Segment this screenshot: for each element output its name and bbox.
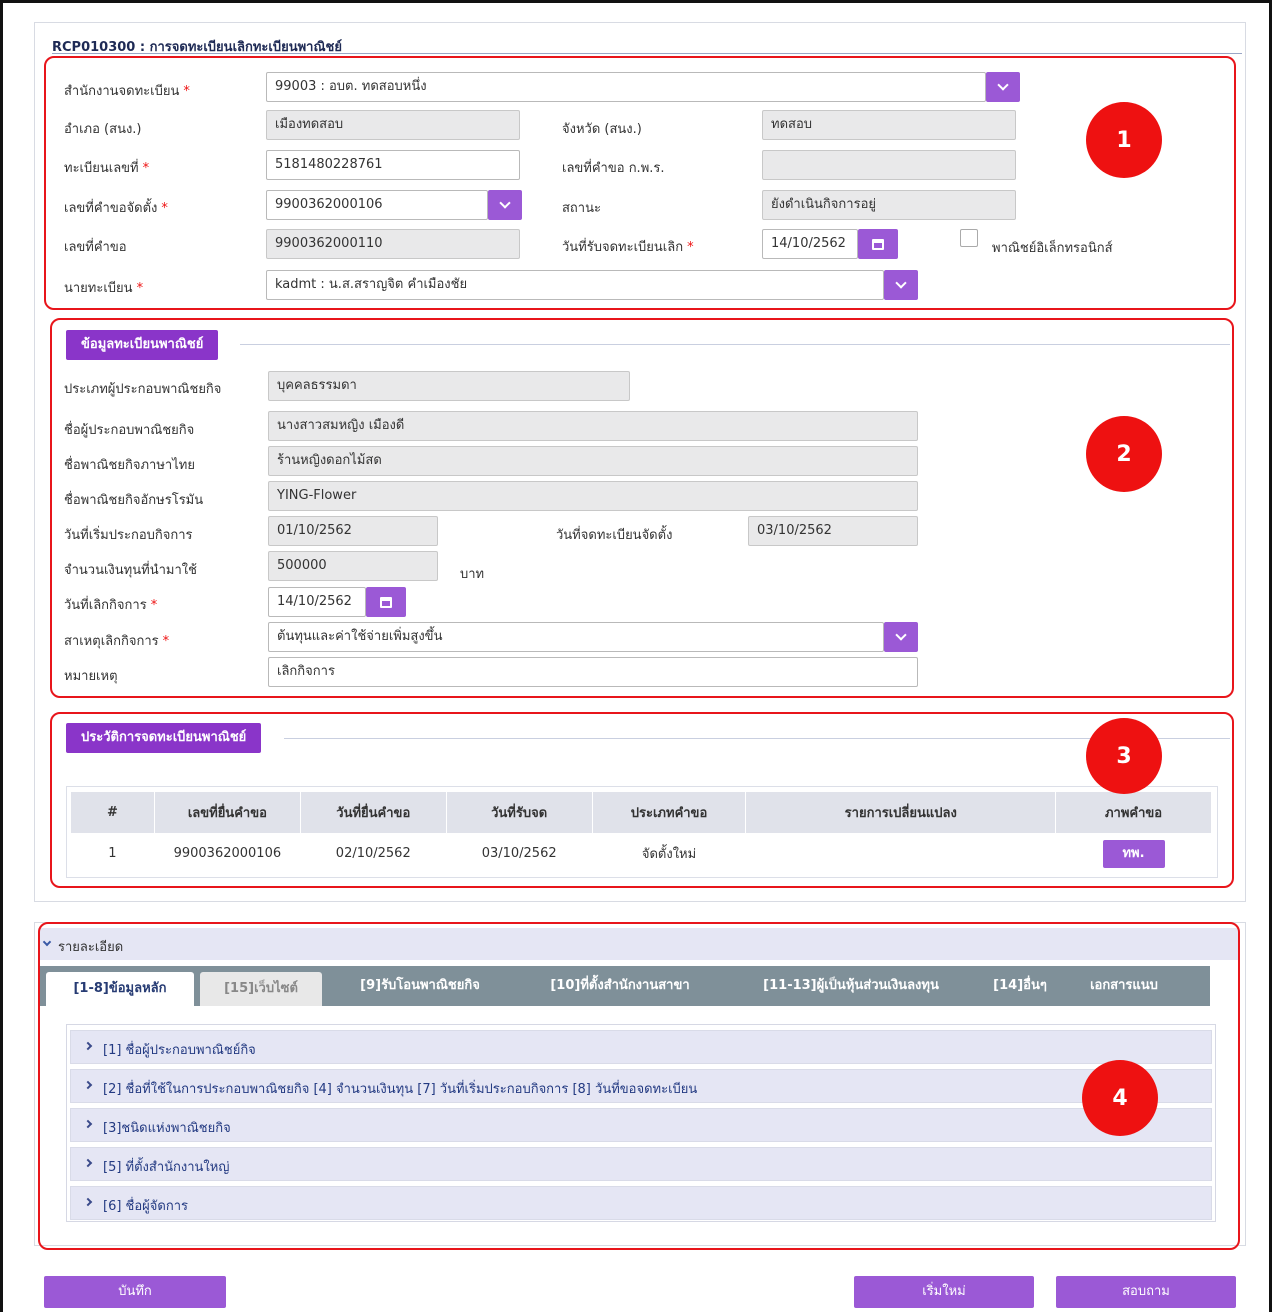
close-date-label: วันที่เลิกกิจการ *: [64, 598, 158, 613]
col-type: ประเภทคำขอ: [591, 791, 747, 834]
query-button[interactable]: สอบถาม: [1056, 1276, 1236, 1308]
calendar-icon: [380, 596, 392, 608]
col-submit-date: วันที่ยื่นคำขอ: [299, 791, 447, 834]
regno-input[interactable]: 5181480228761: [266, 150, 520, 180]
start-date-label: วันที่เริ่มประกอบกิจการ: [64, 528, 193, 543]
registrar-label: นายทะเบียน *: [64, 281, 144, 296]
start-date-field: 01/10/2562: [268, 516, 438, 546]
section2-divider: [240, 344, 1230, 345]
name-th-label: ชื่อพาณิชยกิจภาษาไทย: [64, 458, 195, 473]
section2-header: ข้อมูลทะเบียนพาณิชย์: [66, 330, 219, 360]
col-no: #: [70, 791, 155, 834]
kpr-field: [762, 150, 1016, 180]
cell-recv-date: 03/10/2562: [446, 833, 593, 874]
cell-type: จัดตั้งใหม่: [592, 833, 746, 874]
owner-field: นางสาวสมหญิง เมืองดี: [268, 411, 918, 441]
type-field: บุคคลธรรมดา: [268, 371, 630, 401]
annotation-badge-3: 3: [1086, 718, 1162, 794]
reason-label: สาเหตุเลิกกิจการ *: [64, 634, 170, 649]
chevron-down-icon: [499, 197, 511, 209]
setup-req-label: เลขที่คำขอจัดตั้ง *: [64, 201, 168, 216]
close-date-calendar-button[interactable]: [366, 587, 406, 617]
ecommerce-checkbox[interactable]: [960, 229, 978, 247]
status-label: สถานะ: [562, 201, 601, 216]
setup-date-label: วันที่จดทะเบียนจัดตั้ง: [556, 528, 673, 543]
cell-image: ทพ.: [1055, 833, 1212, 874]
cell-changes: [745, 833, 1056, 874]
district-field: เมืองทดสอบ: [266, 110, 520, 140]
annotation-badge-2: 2: [1086, 416, 1162, 492]
section3-divider: [284, 738, 1230, 739]
req-no-field: 9900362000110: [266, 229, 520, 259]
annotation-box-4: [38, 922, 1240, 1250]
chevron-down-icon: [997, 79, 1009, 91]
registrar-select[interactable]: kadmt : น.ส.สราญจิต คำเมืองชัย: [266, 270, 884, 300]
table-row: 1 9900362000106 02/10/2562 03/10/2562 จั…: [70, 833, 1212, 874]
remark-label: หมายเหตุ: [64, 669, 118, 684]
title-divider: [52, 53, 1242, 54]
annotation-badge-1: 1: [1086, 102, 1162, 178]
col-recv-date: วันที่รับจด: [445, 791, 593, 834]
recv-date-label: วันที่รับจดทะเบียนเลิก *: [562, 240, 694, 255]
reason-select[interactable]: ต้นทุนและค่าใช้จ่ายเพิ่มสูงขึ้น: [268, 622, 884, 652]
cell-req-no: 9900362000106: [154, 833, 301, 874]
district-label: อำเภอ (สนง.): [64, 122, 142, 137]
setup-date-field: 03/10/2562: [748, 516, 918, 546]
req-no-label: เลขที่คำขอ: [64, 240, 127, 255]
office-label: สำนักงานจดทะเบียน *: [64, 84, 190, 99]
owner-label: ชื่อผู้ประกอบพาณิชยกิจ: [64, 423, 195, 438]
ecommerce-label: พาณิชย์อิเล็กทรอนิกส์: [992, 241, 1113, 256]
province-label: จังหวัด (สนง.): [562, 122, 642, 137]
reason-dropdown-button[interactable]: [884, 622, 918, 652]
section3-header: ประวัติการจดทะเบียนพาณิชย์: [66, 723, 262, 753]
type-label: ประเภทผู้ประกอบพาณิชยกิจ: [64, 382, 222, 397]
cell-submit-date: 02/10/2562: [300, 833, 447, 874]
capital-field: 500000: [268, 551, 438, 581]
save-button[interactable]: บันทึก: [44, 1276, 226, 1308]
status-field: ยังดำเนินกิจการอยู่: [762, 190, 1016, 220]
reset-button[interactable]: เริ่มใหม่: [854, 1276, 1034, 1308]
setup-req-input[interactable]: 9900362000106: [266, 190, 488, 220]
annotation-badge-4: 4: [1082, 1060, 1158, 1136]
calendar-icon: [872, 238, 884, 250]
recv-date-input[interactable]: 14/10/2562: [762, 229, 858, 259]
capital-label: จำนวนเงินทุนที่นำมาใช้: [64, 563, 197, 578]
office-select[interactable]: 99003 : อบต. ทดสอบหนึ่ง: [266, 72, 986, 102]
remark-input[interactable]: เลิกกิจการ: [268, 657, 918, 687]
chevron-down-icon: [895, 629, 907, 641]
name-en-label: ชื่อพาณิชยกิจอักษรโรมัน: [64, 493, 204, 508]
kpr-label: เลขที่คำขอ ก.พ.ร.: [562, 161, 665, 176]
request-image-button[interactable]: ทพ.: [1102, 839, 1165, 868]
table-header-row: # เลขที่ยื่นคำขอ วันที่ยื่นคำขอ วันที่รั…: [70, 791, 1212, 834]
col-req-no: เลขที่ยื่นคำขอ: [153, 791, 301, 834]
capital-unit: บาท: [460, 567, 485, 582]
close-date-input[interactable]: 14/10/2562: [268, 587, 366, 617]
province-field: ทดสอบ: [762, 110, 1016, 140]
cell-no: 1: [70, 833, 155, 874]
col-image: ภาพคำขอ: [1055, 791, 1212, 834]
history-table: # เลขที่ยื่นคำขอ วันที่ยื่นคำขอ วันที่รั…: [70, 791, 1212, 874]
office-dropdown-button[interactable]: [986, 72, 1020, 102]
registrar-dropdown-button[interactable]: [884, 270, 918, 300]
col-changes: รายการเปลี่ยนแปลง: [745, 791, 1057, 834]
name-th-field: ร้านหญิงดอกไม้สด: [268, 446, 918, 476]
setup-req-dropdown-button[interactable]: [488, 190, 522, 220]
name-en-field: YING-Flower: [268, 481, 918, 511]
regno-label: ทะเบียนเลขที่ *: [64, 161, 150, 176]
recv-date-calendar-button[interactable]: [858, 229, 898, 259]
chevron-down-icon: [895, 277, 907, 289]
